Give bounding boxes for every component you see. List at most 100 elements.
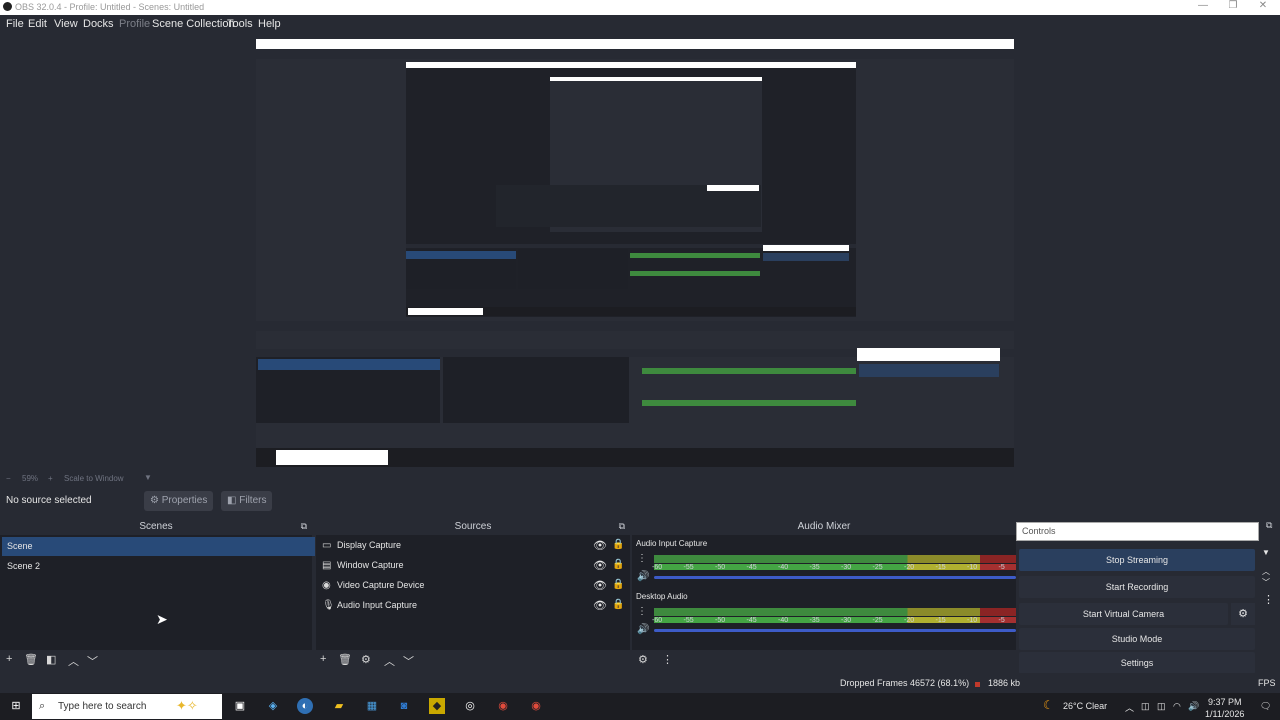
speaker-icon[interactable]: 🔊 [637,624,649,635]
advanced-audio-icon[interactable]: ⚙ [638,653,648,666]
chevron-down-icon[interactable]: ﹀ [1262,577,1270,588]
chevron-up-icon[interactable]: ︿ [1262,566,1270,577]
undock-icon[interactable]: ⧉ [619,518,625,535]
taskbar-search-box[interactable]: ⌕ Type here to search ✦✧ [32,694,222,719]
minimize-button[interactable]: — [1186,0,1220,11]
properties-button[interactable]: ⚙ Properties [144,491,214,511]
zoom-level: 59% [22,474,39,483]
scenes-toolbar: + 🗑 ◧ ︿ ﹀ [0,650,312,670]
start-virtual-camera-button[interactable]: Start Virtual Camera [1019,603,1228,625]
audio-meter [654,555,1016,563]
scene-item-scene-2[interactable]: Scene 2 [2,557,315,576]
file-explorer-icon[interactable]: ▰ [331,698,347,714]
stop-streaming-button[interactable]: Stop Streaming [1019,549,1255,571]
clock-time[interactable]: 9:37 PM [1208,697,1242,707]
obs-icon[interactable]: ◎ [462,698,478,714]
menu-help[interactable]: Help [258,18,281,30]
scenes-list[interactable]: Scene Scene 2 ➤ [0,535,315,650]
scene-item-scene[interactable]: Scene [2,537,315,556]
no-source-selected-label: No source selected [6,495,92,506]
audio-mixer-panel [632,535,1016,650]
app-icon[interactable]: ◆ [429,698,445,714]
menu-edit[interactable]: Edit [28,18,47,30]
meter-tick-label: -20 [904,564,915,571]
outlook-icon[interactable]: ◙ [396,698,412,714]
filters-button[interactable]: ◧ Filters [221,491,273,511]
close-button[interactable]: ✕ [1246,0,1280,11]
remove-source-icon[interactable]: 🗑 [338,653,352,666]
notifications-icon[interactable]: 🗨 [1260,701,1271,712]
tray-chevron-up-icon[interactable]: ︿ [1125,701,1134,714]
move-up-icon[interactable]: ︿ [68,653,79,669]
channel-menu-icon[interactable]: ⋮ [637,606,647,617]
zoom-out-button[interactable]: − [6,474,11,483]
store-icon[interactable]: ▦ [364,698,380,714]
sources-dock-title: Sources ⧉ [316,518,630,535]
move-up-icon[interactable]: ︿ [384,653,395,669]
lock-icon[interactable]: 🔒 [612,599,624,610]
visibility-eye-icon[interactable]: 👁 [593,599,607,612]
source-item[interactable]: ◉ Video Capture Device 👁 🔒 [320,577,626,596]
add-source-button[interactable]: + [320,653,326,665]
chrome-icon[interactable]: ◉ [495,698,511,714]
undock-icon[interactable]: ⧉ [301,518,307,535]
preview-canvas[interactable] [256,39,1014,467]
meter-tick-label: -15 [935,617,946,624]
task-view-icon[interactable]: ▣ [232,698,248,714]
zoom-in-button[interactable]: + [48,474,53,483]
meter-tick-label: -20 [904,617,915,624]
speaker-icon[interactable]: 🔊 [637,571,649,582]
meter-tick-label: -35 [809,564,820,571]
source-item[interactable]: ▭ Display Capture 👁 🔒 [320,537,626,556]
menu-profile[interactable]: Profile [119,18,150,30]
menu-view[interactable]: View [54,18,78,30]
scene-filters-icon[interactable]: ◧ [46,653,56,666]
copilot-icon[interactable]: ◈ [265,698,281,714]
source-item[interactable]: ▤ Window Capture 👁 🔒 [320,557,626,576]
scenes-dock-title: Scenes ⧉ [0,518,312,535]
clock-date[interactable]: 1/11/2026 [1205,709,1244,719]
visibility-eye-icon[interactable]: 👁 [593,559,607,572]
virtual-camera-settings-icon[interactable]: ⚙ [1231,603,1255,625]
wifi-icon[interactable]: ◠ [1173,701,1181,712]
volume-icon[interactable]: 🔊 [1188,701,1199,712]
zoom-dropdown-icon[interactable]: ▼ [144,473,152,482]
channel-menu-icon[interactable]: ⋮ [637,553,647,564]
scroll-down-icon[interactable]: ▼ [1262,548,1270,557]
windows-start-icon[interactable]: ⊞ [8,698,24,714]
volume-slider[interactable] [654,629,1016,632]
menu-docks[interactable]: Docks [83,18,114,30]
lock-icon[interactable]: 🔒 [612,559,624,570]
source-item[interactable]: 🎙 Audio Input Capture 👁 🔒 [320,597,626,616]
tray-app-icon[interactable]: ◫ [1141,701,1150,712]
settings-button[interactable]: Settings [1019,652,1255,674]
remove-scene-icon[interactable]: 🗑 [24,653,38,666]
weather-label[interactable]: 26°C Clear [1063,701,1107,711]
visibility-eye-icon[interactable]: 👁 [593,539,607,552]
move-down-icon[interactable]: ﹀ [403,653,414,669]
mixer-menu-icon[interactable]: ⋮ [662,653,673,666]
meter-tick-label: -25 [872,617,883,624]
edge-browser-icon[interactable]: ◐ [297,698,313,714]
scale-to-window-label[interactable]: Scale to Window [64,474,124,483]
controls-menu-icon[interactable]: ⋮ [1263,593,1274,606]
undock-icon[interactable]: ⧉ [1266,520,1272,531]
chrome-icon[interactable]: ◉ [528,698,544,714]
add-scene-button[interactable]: + [6,653,12,665]
menu-tools[interactable]: Tools [227,18,253,30]
tray-app-icon[interactable]: ◫ [1157,701,1166,712]
studio-mode-button[interactable]: Studio Mode [1019,628,1255,650]
lock-icon[interactable]: 🔒 [612,539,624,550]
volume-slider[interactable] [654,576,1016,579]
menu-file[interactable]: File [6,18,24,30]
maximize-button[interactable]: ❐ [1216,0,1250,11]
menu-scene-collection[interactable]: Scene Collection [152,18,235,30]
window-titlebar: OBS 32.0.4 - Profile: Untitled - Scenes:… [0,0,1280,15]
meter-tick-label: -10 [967,617,978,624]
visibility-eye-icon[interactable]: 👁 [593,579,607,592]
source-label: Window Capture [337,560,404,570]
lock-icon[interactable]: 🔒 [612,579,624,590]
move-down-icon[interactable]: ﹀ [87,653,98,669]
start-recording-button[interactable]: Start Recording [1019,576,1255,598]
source-properties-icon[interactable]: ⚙ [361,653,371,666]
